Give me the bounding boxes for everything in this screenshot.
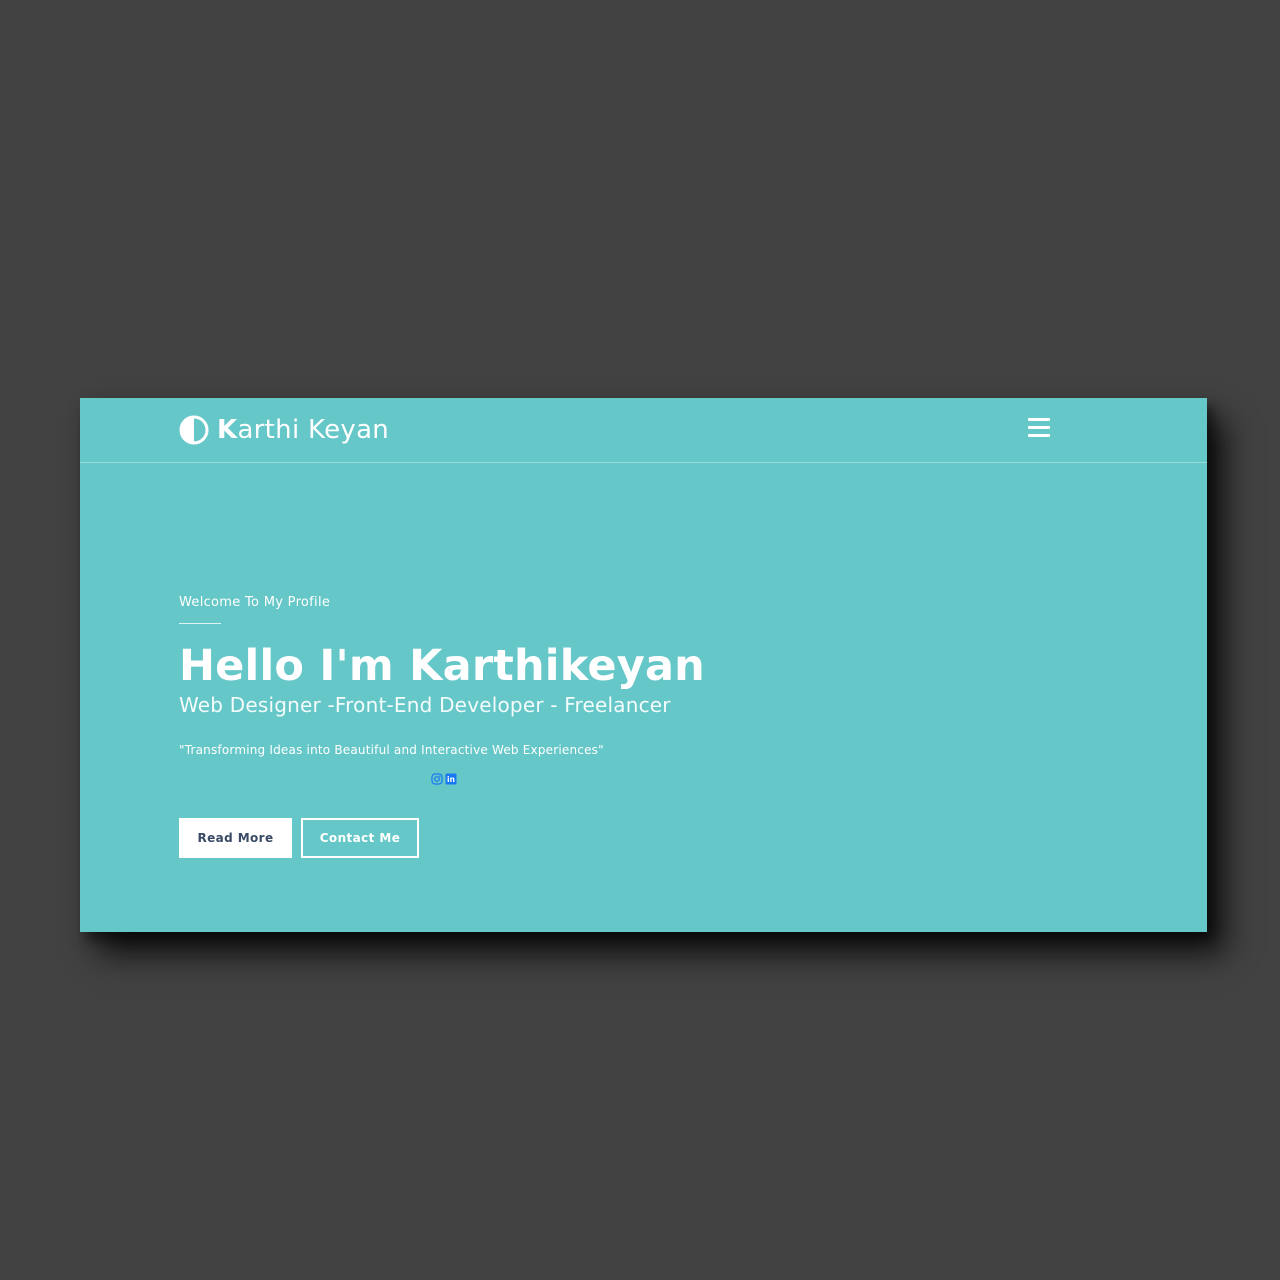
menu-bar	[1028, 418, 1050, 421]
hero-section: Welcome To My Profile Hello I'm Karthike…	[179, 594, 879, 858]
brand-initial: K	[217, 415, 238, 445]
hero-quote: "Transforming Ideas into Beautiful and I…	[179, 743, 604, 757]
hamburger-menu-icon[interactable]	[1028, 418, 1050, 438]
menu-bar	[1028, 426, 1050, 429]
welcome-text: Welcome To My Profile	[179, 595, 331, 610]
hero-subtitle: Web Designer -Front-End Developer - Free…	[179, 693, 671, 717]
linkedin-icon[interactable]: in	[445, 773, 457, 785]
welcome-divider	[179, 623, 221, 624]
hero-title: Hello I'm Karthikeyan	[179, 641, 705, 691]
read-more-button[interactable]: Read More	[179, 818, 292, 858]
hero-buttons: Read More Contact Me	[179, 818, 419, 858]
brand-name-rest: arthi Keyan	[237, 415, 390, 445]
linkedin-icon-text: in	[447, 775, 455, 784]
contact-me-button[interactable]: Contact Me	[301, 818, 419, 858]
menu-bar	[1028, 434, 1050, 437]
brand-name: Karthi Keyan	[217, 415, 389, 445]
navbar: Karthi Keyan	[80, 398, 1207, 463]
website-preview: Karthi Keyan Welcome To My Profile Hello…	[80, 398, 1207, 932]
brand-logo-link[interactable]: Karthi Keyan	[179, 413, 389, 447]
instagram-icon[interactable]	[431, 773, 443, 785]
social-links: in	[431, 773, 457, 785]
half-circle-contrast-icon	[179, 415, 209, 445]
